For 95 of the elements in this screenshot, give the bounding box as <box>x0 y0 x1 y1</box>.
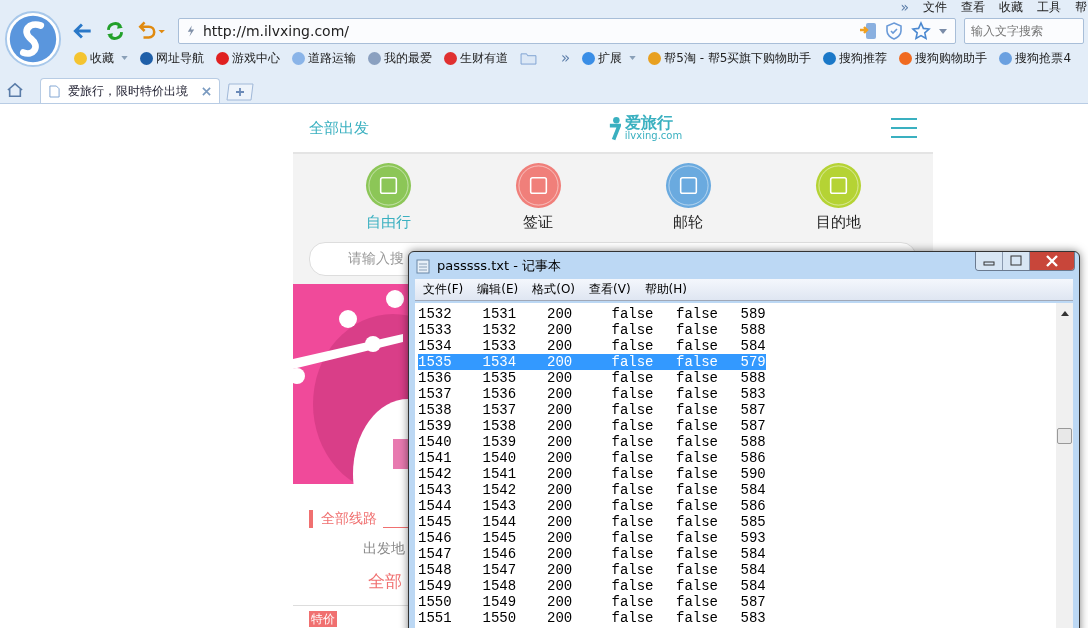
category-label[interactable]: 签证 <box>523 213 553 232</box>
browser-tab[interactable]: 爱旅行，限时特价出境 <box>40 78 220 103</box>
category-icon[interactable] <box>664 162 712 209</box>
bookmark-item[interactable]: 我的最爱 <box>368 49 432 67</box>
text-line: 1537 1536 200 false false 583 <box>418 386 766 402</box>
scroll-thumb[interactable] <box>1057 428 1072 444</box>
page-icon <box>49 84 60 98</box>
menu-item[interactable]: 查看 <box>961 0 985 16</box>
menu-item[interactable]: 编辑(E) <box>477 281 519 298</box>
departure-label: 出发地 <box>363 540 405 558</box>
minimize-icon[interactable] <box>976 252 1003 270</box>
category-icon[interactable] <box>814 162 862 209</box>
menu-item[interactable]: 查看(V) <box>589 281 631 298</box>
special-tag: 特价 <box>309 611 337 627</box>
menu-item[interactable]: 帮 <box>1075 0 1087 16</box>
scroll-up-icon[interactable] <box>1060 311 1069 316</box>
caret-icon[interactable] <box>121 56 128 60</box>
more-menu-icon[interactable]: » <box>900 0 909 15</box>
maximize-icon[interactable] <box>1003 252 1030 270</box>
extension-icon <box>648 51 662 65</box>
text-line: 1533 1532 200 false false 588 <box>418 322 766 338</box>
text-line: 1550 1549 200 false false 587 <box>418 594 766 610</box>
menu-item[interactable]: 帮助(H) <box>644 281 687 298</box>
text-line: 1540 1539 200 false false 588 <box>418 434 766 450</box>
undo-icon[interactable] <box>136 20 166 42</box>
extension-item[interactable]: 扩展 <box>582 49 637 67</box>
brand-domain: ilvxing.com <box>624 131 683 141</box>
lightning-icon <box>187 25 195 37</box>
star-icon[interactable] <box>911 21 931 41</box>
bookmark-icon <box>74 51 87 65</box>
new-tab-icon[interactable] <box>226 83 254 101</box>
extension-item[interactable]: 搜狗抢票4 <box>999 49 1072 67</box>
text-line: 1551 1550 200 false false 583 <box>418 610 766 626</box>
brand-name: 爱旅行 <box>624 115 673 131</box>
text-line: 1539 1538 200 false false 587 <box>418 418 766 434</box>
bookmark-icon <box>292 51 305 65</box>
menu-item[interactable]: 工具 <box>1037 0 1061 16</box>
text-line: 1547 1546 200 false false 584 <box>418 546 766 562</box>
category-label[interactable]: 邮轮 <box>673 213 703 232</box>
phone-icon[interactable] <box>859 22 877 40</box>
extension-icon <box>899 51 913 65</box>
address-bar[interactable]: http://m.ilvxing.com/ <box>178 18 956 44</box>
text-line: 1532 1531 200 false false 589 <box>418 306 766 322</box>
bookmark-item[interactable]: 网址导航 <box>140 49 204 67</box>
text-line: 1542 1541 200 false false 590 <box>418 466 766 482</box>
refresh-icon[interactable] <box>104 20 126 42</box>
brand-logo-icon <box>607 115 621 141</box>
folder-icon[interactable] <box>520 51 537 65</box>
bookmark-icon <box>216 51 229 65</box>
text-line: 1543 1542 200 false false 584 <box>418 482 766 498</box>
bookmark-item[interactable]: 收藏 <box>74 49 128 67</box>
category-label[interactable]: 目的地 <box>815 213 861 232</box>
bookmark-icon <box>444 51 457 65</box>
extension-item[interactable]: 帮5淘 - 帮5买旗下购物助手 <box>648 49 812 67</box>
bookmark-icon <box>140 51 153 65</box>
extension-item[interactable]: 搜狗购物助手 <box>899 49 988 67</box>
caret-icon[interactable] <box>629 56 637 60</box>
bookmark-icon <box>368 51 381 65</box>
text-line: 1536 1535 200 false false 588 <box>418 370 766 386</box>
notepad-icon <box>415 257 431 274</box>
more-bookmarks-button[interactable]: » <box>561 49 571 67</box>
text-line: 1546 1545 200 false false 593 <box>418 530 766 546</box>
address-text: http://m.ilvxing.com/ <box>203 23 350 39</box>
caret-icon[interactable] <box>939 28 947 34</box>
text-line: 1544 1543 200 false false 586 <box>418 498 766 514</box>
text-line: 1545 1544 200 false false 585 <box>418 514 766 530</box>
section-title: 全部线路 <box>309 510 377 528</box>
extension-icon <box>823 51 837 65</box>
menu-icon[interactable] <box>891 117 917 139</box>
menu-item[interactable]: 文件(F) <box>423 281 464 298</box>
text-line: 1534 1533 200 false false 584 <box>418 338 766 354</box>
bookmark-item[interactable]: 游戏中心 <box>216 49 280 67</box>
text-line: 1549 1548 200 false false 584 <box>418 578 766 594</box>
menu-item[interactable]: 格式(O) <box>532 281 576 298</box>
browser-logo-icon[interactable] <box>4 10 62 68</box>
search-placeholder: 请输入搜 <box>348 250 404 268</box>
extension-icon <box>999 51 1013 65</box>
text-line: 1538 1537 200 false false 587 <box>418 402 766 418</box>
category-icon[interactable] <box>514 162 562 209</box>
home-icon[interactable] <box>6 82 24 98</box>
text-line: 1541 1540 200 false false 586 <box>418 450 766 466</box>
shield-icon[interactable] <box>885 22 903 40</box>
bookmark-item[interactable]: 生财有道 <box>444 49 508 67</box>
close-icon[interactable] <box>1030 252 1074 270</box>
text-line: 1548 1547 200 false false 584 <box>418 562 766 578</box>
search-field[interactable]: 输入文字搜索 <box>964 18 1084 44</box>
window-title: passsss.txt - 记事本 <box>437 256 562 275</box>
category-icon[interactable] <box>364 162 412 209</box>
bookmark-item[interactable]: 道路运输 <box>292 49 356 67</box>
extension-item[interactable]: 搜狗推荐 <box>823 49 888 67</box>
close-icon[interactable] <box>202 86 211 96</box>
menu-item[interactable]: 收藏 <box>999 0 1023 16</box>
scrollbar[interactable] <box>1056 303 1073 628</box>
menu-item[interactable]: 文件 <box>923 0 947 16</box>
extension-icon <box>582 51 596 65</box>
